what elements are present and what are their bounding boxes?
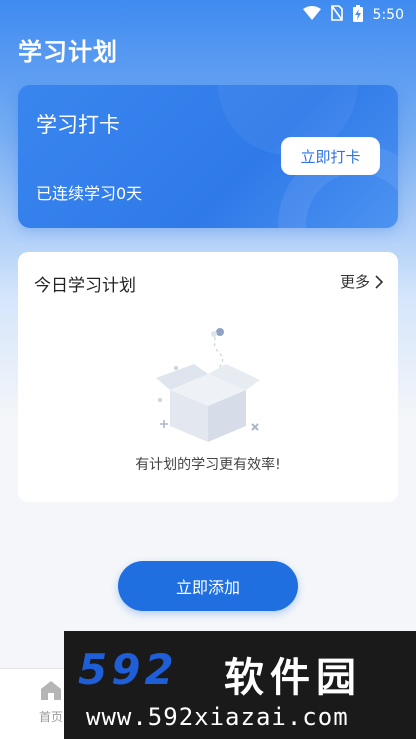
status-bar: 5:50 [0, 0, 416, 30]
watermark-brand: 软件园 [224, 655, 362, 701]
plan-title: 今日学习计划 [34, 276, 136, 296]
today-plan-card: 今日学习计划 更多 有计划的学习更有效率! [18, 252, 398, 502]
watermark-url: www.592xiazai.com [86, 703, 349, 731]
page-title: 学习计划 [18, 38, 118, 66]
watermark: 592 软件园 www.592xiazai.com [64, 631, 416, 739]
more-label: 更多 [339, 273, 370, 291]
checkin-button[interactable]: 立即打卡 [281, 137, 380, 175]
chevron-right-icon [374, 274, 384, 289]
home-icon [39, 679, 63, 704]
checkin-title: 学习打卡 [36, 113, 120, 137]
status-time: 5:50 [372, 7, 404, 23]
no-sim-icon [330, 5, 343, 25]
checkin-streak: 已连续学习0天 [36, 184, 143, 203]
checkin-card: 学习打卡 已连续学习0天 立即打卡 [18, 85, 398, 228]
more-link[interactable]: 更多 [340, 271, 384, 292]
nav-home-label: 首页 [38, 710, 63, 724]
battery-charging-icon [352, 4, 363, 26]
watermark-logo: 592 [78, 645, 178, 694]
empty-state-text: 有计划的学习更有效率! [135, 457, 281, 473]
wifi-icon [302, 6, 321, 24]
add-plan-button[interactable]: 立即添加 [118, 561, 298, 611]
empty-box-illustration [148, 324, 268, 444]
